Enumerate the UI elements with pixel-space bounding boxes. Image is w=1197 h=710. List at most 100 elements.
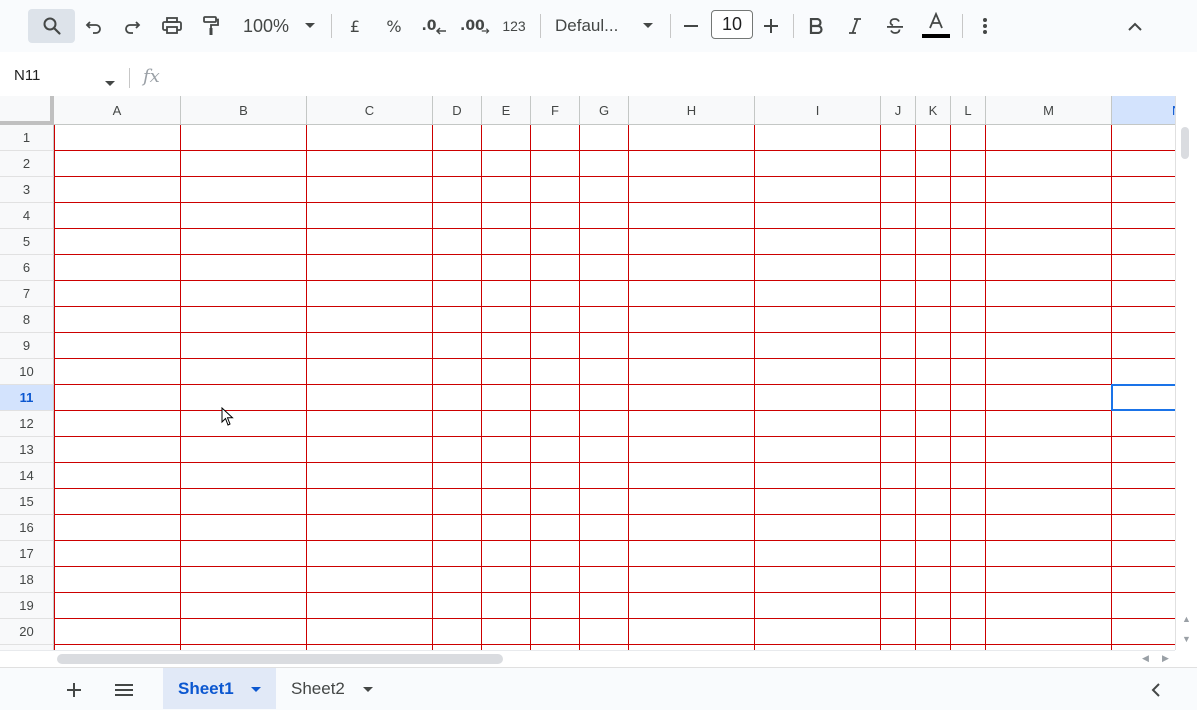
all-sheets-icon[interactable]: [112, 678, 136, 702]
row-header-7[interactable]: 7: [0, 281, 54, 307]
scroll-left-icon[interactable]: ◀: [1142, 653, 1149, 664]
increase-font-size-icon[interactable]: [760, 9, 782, 43]
row-header-6[interactable]: 6: [0, 255, 54, 281]
row-border: [54, 488, 1175, 489]
row-header-15[interactable]: 15: [0, 489, 54, 515]
row-header-20[interactable]: 20: [0, 619, 54, 645]
more-options-icon[interactable]: [974, 9, 996, 43]
strikethrough-icon[interactable]: [881, 9, 909, 43]
row-header-4[interactable]: 4: [0, 203, 54, 229]
toolbar-divider: [331, 14, 332, 38]
horizontal-scrollbar[interactable]: ◀ ▶: [0, 650, 1175, 666]
print-icon[interactable]: [158, 9, 186, 43]
add-sheet-icon[interactable]: [62, 678, 86, 702]
formula-bar: N11 fx: [0, 52, 1197, 96]
collapse-toolbar-icon[interactable]: [1122, 9, 1148, 43]
row-border: [54, 254, 1175, 255]
row-header-9[interactable]: 9: [0, 333, 54, 359]
scroll-right-icon[interactable]: ▶: [1162, 653, 1169, 664]
row-header-11[interactable]: 11: [0, 385, 54, 411]
row-header-16[interactable]: 16: [0, 515, 54, 541]
zoom-dropdown-icon[interactable]: [300, 9, 320, 43]
column-border: [432, 125, 433, 650]
horizontal-scroll-thumb[interactable]: [57, 654, 503, 664]
column-header-l[interactable]: L: [951, 96, 986, 125]
decrease-font-size-icon[interactable]: [680, 9, 702, 43]
row-border: [54, 306, 1175, 307]
scroll-up-icon[interactable]: ▲: [1182, 614, 1191, 624]
vertical-scrollbar[interactable]: ▲ ▼: [1175, 96, 1197, 650]
row-header-13[interactable]: 13: [0, 437, 54, 463]
italic-icon[interactable]: [842, 9, 868, 43]
row-header-18[interactable]: 18: [0, 567, 54, 593]
column-border: [754, 125, 755, 650]
redo-icon[interactable]: [118, 9, 146, 43]
undo-icon[interactable]: [80, 9, 108, 43]
column-border: [915, 125, 916, 650]
row-border: [54, 280, 1175, 281]
spreadsheet-grid: A B C D E F G H I J K L M N 1 2 3 4 5 6 …: [0, 96, 1175, 650]
row-header-12[interactable]: 12: [0, 411, 54, 437]
percent-symbol: %: [386, 16, 402, 36]
more-formats-button[interactable]: 123: [500, 9, 528, 43]
name-box-dropdown-icon[interactable]: [104, 74, 116, 92]
column-header-a[interactable]: A: [54, 96, 181, 125]
font-size-input[interactable]: 10: [711, 10, 753, 39]
more-formats-label: 123: [502, 18, 526, 34]
formula-input[interactable]: [170, 60, 1170, 88]
column-header-j[interactable]: J: [881, 96, 916, 125]
row-header-3[interactable]: 3: [0, 177, 54, 203]
row-border: [54, 540, 1175, 541]
column-header-f[interactable]: F: [531, 96, 580, 125]
column-header-b[interactable]: B: [181, 96, 307, 125]
column-header-k[interactable]: K: [916, 96, 951, 125]
row-header-1[interactable]: 1: [0, 125, 54, 151]
row-header-10[interactable]: 10: [0, 359, 54, 385]
row-border: [54, 618, 1175, 619]
sheet-tab-sheet1[interactable]: Sheet1: [163, 668, 276, 709]
decrease-decimal-button[interactable]: .0: [420, 9, 448, 43]
percent-format-button[interactable]: %: [381, 9, 407, 43]
currency-format-button[interactable]: £: [342, 9, 368, 43]
active-cell-n11[interactable]: [1111, 384, 1175, 411]
column-header-m[interactable]: M: [986, 96, 1112, 125]
select-all-corner[interactable]: [0, 96, 54, 125]
column-header-n[interactable]: N: [1112, 96, 1175, 125]
sheet-bar: Sheet1 Sheet2: [0, 667, 1197, 710]
column-header-h[interactable]: H: [629, 96, 755, 125]
font-family-select[interactable]: Defaul...: [555, 9, 630, 43]
row-border: [54, 332, 1175, 333]
row-header-17[interactable]: 17: [0, 541, 54, 567]
paint-format-icon[interactable]: [197, 9, 225, 43]
zoom-select[interactable]: 100%: [238, 9, 294, 43]
sheet-tab-label: Sheet1: [178, 678, 234, 698]
row-header-2[interactable]: 2: [0, 151, 54, 177]
scroll-down-icon[interactable]: ▼: [1182, 634, 1191, 644]
sheet-menu-dropdown-icon[interactable]: [250, 686, 262, 693]
toolbar-divider: [793, 14, 794, 38]
row-border: [54, 592, 1175, 593]
font-family-value: Defaul...: [555, 16, 619, 35]
column-header-c[interactable]: C: [307, 96, 433, 125]
cell-area[interactable]: [54, 125, 1175, 650]
row-header-8[interactable]: 8: [0, 307, 54, 333]
vertical-scroll-thumb[interactable]: [1181, 127, 1189, 159]
search-icon[interactable]: [28, 9, 75, 43]
column-header-d[interactable]: D: [433, 96, 482, 125]
sheet-tab-sheet2[interactable]: Sheet2: [276, 668, 388, 709]
chevron-left-icon[interactable]: [1143, 678, 1167, 702]
row-header-19[interactable]: 19: [0, 593, 54, 619]
formula-bar-divider: [129, 68, 130, 88]
text-color-icon[interactable]: [920, 9, 952, 43]
row-header-5[interactable]: 5: [0, 229, 54, 255]
sheet-menu-dropdown-icon[interactable]: [362, 686, 374, 693]
row-header-14[interactable]: 14: [0, 463, 54, 489]
font-dropdown-icon[interactable]: [638, 9, 658, 43]
increase-decimal-button[interactable]: .00: [460, 9, 490, 43]
column-header-e[interactable]: E: [482, 96, 531, 125]
name-box[interactable]: N11: [14, 67, 40, 84]
column-header-g[interactable]: G: [580, 96, 629, 125]
bold-icon[interactable]: [803, 9, 829, 43]
column-header-i[interactable]: I: [755, 96, 881, 125]
toolbar: 100% £ % .0 .00 123 Defaul... 10: [0, 0, 1197, 52]
